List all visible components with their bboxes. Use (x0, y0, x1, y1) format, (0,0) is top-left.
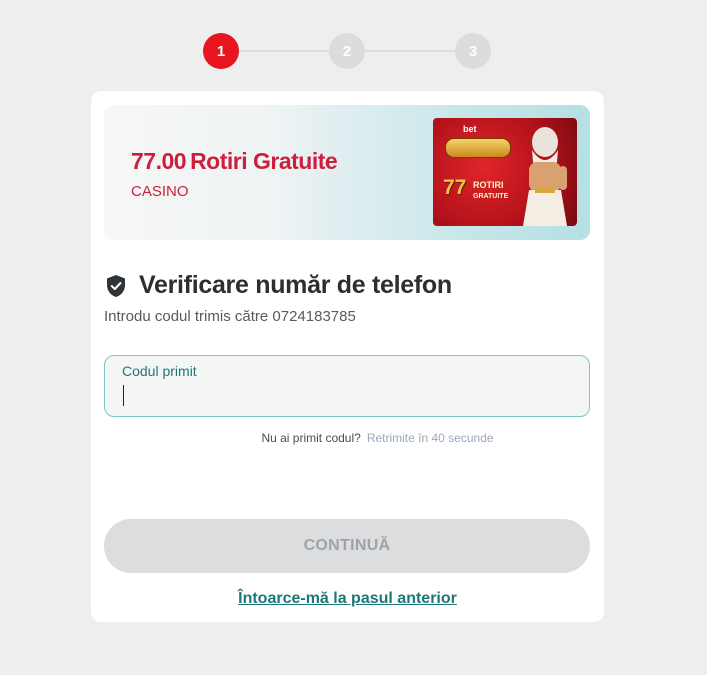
game-logo (445, 138, 511, 158)
verification-card: 77.00 Rotiri Gratuite CASINO bet 77 ROTIR… (91, 91, 604, 622)
shield-check-icon (107, 274, 125, 297)
continue-button[interactable]: CONTINUĂ (104, 519, 590, 573)
step-3: 3 (455, 33, 491, 69)
promo-title-text: Rotiri Gratuite (190, 148, 338, 174)
promo-category: CASINO (131, 183, 189, 200)
code-field[interactable]: Codul primit (104, 355, 590, 417)
back-link[interactable]: Întoarce-mă la pasul anterior (91, 590, 604, 608)
step-1: 1 (203, 33, 239, 69)
promo-image: bet 77 ROTIRI GRATUITE (433, 118, 577, 226)
page-title: Verificare număr de telefon (139, 271, 452, 299)
resend-question: Nu ai primit codul? (261, 431, 361, 445)
resend-row: Nu ai primit codul? Retrimite în 40 secun… (91, 431, 604, 445)
promo-image-number: 77 (443, 176, 467, 199)
resend-link[interactable]: Retrimite în 40 secunde (367, 431, 494, 445)
promo-banner: 77.00 Rotiri Gratuite CASINO bet 77 ROTIR… (104, 105, 590, 240)
step-2: 2 (329, 33, 365, 69)
verification-heading: Verificare număr de telefon (105, 271, 452, 300)
text-caret (123, 385, 124, 406)
stepper: 1 2 3 (203, 33, 491, 69)
promo-title: 77.00 Rotiri Gratuite (131, 148, 338, 175)
code-input[interactable] (122, 384, 572, 408)
promo-amount: 77.00 (131, 148, 187, 174)
step-connector (239, 50, 329, 52)
code-field-label: Codul primit (122, 363, 197, 379)
step-connector (365, 50, 455, 52)
verification-subtitle: Introdu codul trimis către 0724183785 (104, 308, 356, 325)
zeus-figure (523, 127, 567, 226)
promo-image-brand: bet (463, 124, 477, 134)
promo-image-caption: ROTIRI GRATUITE (473, 180, 509, 200)
